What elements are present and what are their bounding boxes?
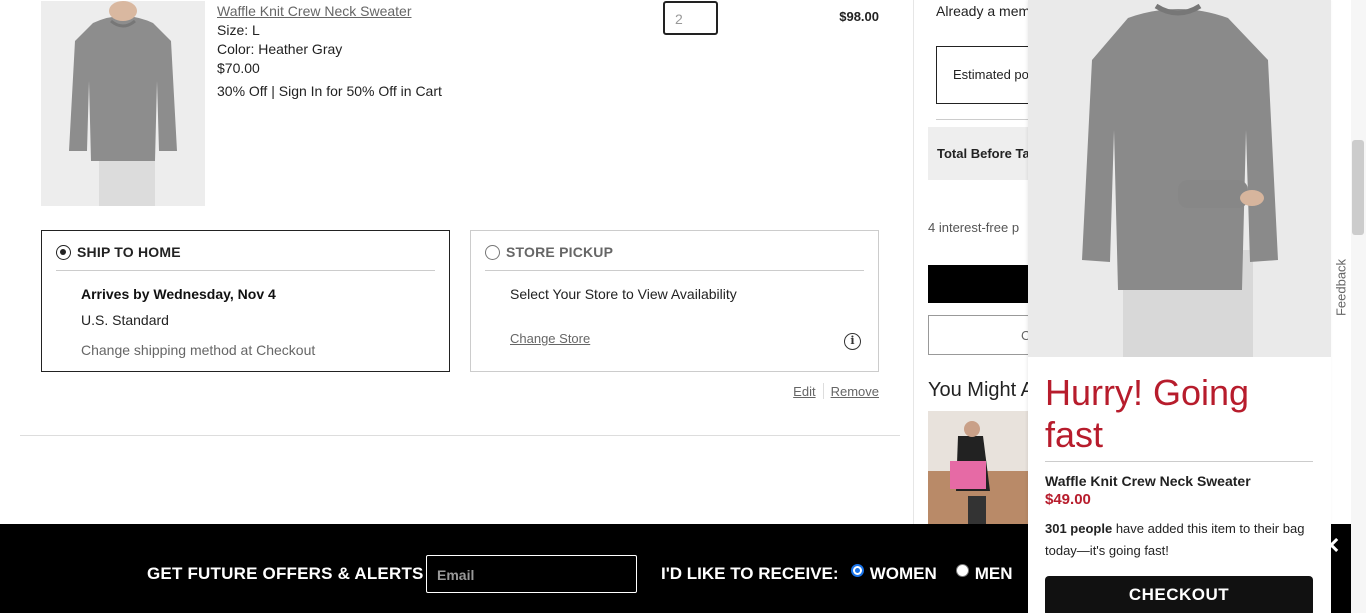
estimated-postal-box[interactable]: Estimated po xyxy=(936,46,1028,104)
store-pickup-label: STORE PICKUP xyxy=(506,244,614,260)
popup-message: 301 people have added this item to their… xyxy=(1045,518,1317,562)
product-info: Waffle Knit Crew Neck Sweater Size: L Co… xyxy=(217,2,442,101)
product-size: Size: L xyxy=(217,22,260,38)
product-price: $70.00 xyxy=(217,60,260,76)
men-label: MEN xyxy=(974,564,1013,583)
member-sign-in-text: Already a memb xyxy=(936,3,1028,19)
sweater-model-photo-icon xyxy=(1028,0,1331,357)
feedback-label: Feedback xyxy=(1333,258,1349,317)
women-label: WOMEN xyxy=(869,564,937,583)
ship-to-home-option[interactable]: SHIP TO HOME Arrives by Wednesday, Nov 4… xyxy=(41,230,450,372)
scrollbar[interactable] xyxy=(1351,0,1366,613)
section-divider xyxy=(20,435,900,436)
receive-label: I'D LIKE TO RECEIVE: xyxy=(661,564,839,583)
women-option[interactable]: WOMEN xyxy=(851,564,937,584)
order-summary: Already a memb Estimated po Total Before… xyxy=(914,0,1028,524)
popup-checkout-button[interactable]: CHECKOUT xyxy=(1045,576,1313,613)
store-pickup-header: STORE PICKUP xyxy=(485,244,864,271)
remove-link[interactable]: Remove xyxy=(831,384,879,399)
hurry-popup: Hurry! Going fast Waffle Knit Crew Neck … xyxy=(1028,0,1331,613)
line-total: $98.00 xyxy=(839,9,879,24)
popup-divider xyxy=(1045,461,1313,462)
email-input[interactable]: Email xyxy=(426,555,637,593)
store-pickup-option[interactable]: STORE PICKUP Select Your Store to View A… xyxy=(470,230,879,372)
summary-divider xyxy=(936,119,1028,120)
quantity-input[interactable]: 2 xyxy=(663,1,718,35)
change-store-link[interactable]: Change Store xyxy=(510,331,590,346)
arrival-date: Arrives by Wednesday, Nov 4 xyxy=(81,286,276,302)
info-icon[interactable]: i xyxy=(844,333,861,350)
popup-price: $49.00 xyxy=(1045,491,1091,508)
shipping-change-note: Change shipping method at Checkout xyxy=(81,342,316,358)
radio-unselected-icon[interactable] xyxy=(956,564,969,577)
popup-headline: Hurry! Going fast xyxy=(1045,372,1250,455)
popup-product-image xyxy=(1028,0,1331,357)
total-before-tax: Total Before Ta xyxy=(928,127,1028,180)
divider xyxy=(822,383,824,399)
popup-count: 301 people xyxy=(1045,521,1113,536)
popup-product-name: Waffle Knit Crew Neck Sweater xyxy=(1045,473,1251,489)
checkout-primary-button[interactable] xyxy=(928,265,1028,303)
feedback-tab[interactable]: Feedback xyxy=(1331,238,1351,348)
sweater-photo-icon xyxy=(41,1,205,206)
product-color: Color: Heather Gray xyxy=(217,41,343,57)
product-promo: 30% Off | Sign In for 50% Off in Cart xyxy=(217,83,442,99)
radio-selected-icon[interactable] xyxy=(851,564,864,577)
recommendation-photo-icon xyxy=(928,411,1028,524)
item-actions: Edit Remove xyxy=(780,383,879,399)
product-name-link[interactable]: Waffle Knit Crew Neck Sweater xyxy=(217,2,442,21)
shipping-method: U.S. Standard xyxy=(81,312,169,328)
recommendation-image[interactable] xyxy=(928,411,1028,524)
newsletter-title: GET FUTURE OFFERS & ALERTS xyxy=(147,564,424,583)
ship-to-home-label: SHIP TO HOME xyxy=(77,244,181,260)
close-icon[interactable]: ✕ xyxy=(1322,535,1340,557)
store-availability-note: Select Your Store to View Availability xyxy=(510,286,737,302)
estimated-label: Estimated po xyxy=(953,67,1028,82)
interest-free-text: 4 interest-free p xyxy=(928,220,1020,235)
radio-selected-icon[interactable] xyxy=(56,245,71,260)
ship-to-home-header: SHIP TO HOME xyxy=(56,244,435,271)
secondary-button[interactable]: C xyxy=(928,315,1028,355)
men-option[interactable]: MEN xyxy=(956,564,1013,584)
product-image[interactable] xyxy=(41,1,205,206)
you-might-also-like-heading: You Might A xyxy=(928,379,1028,401)
radio-unselected-icon[interactable] xyxy=(485,245,500,260)
scrollbar-thumb[interactable] xyxy=(1352,140,1364,235)
edit-link[interactable]: Edit xyxy=(793,384,815,399)
